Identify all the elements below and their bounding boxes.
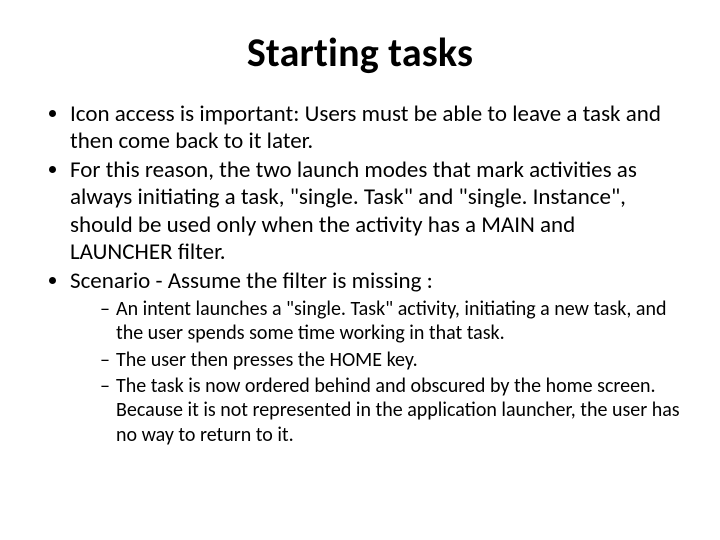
bullet-item: Scenario - Assume the filter is missing … [70, 268, 680, 447]
sub-bullet-list: An intent launches a "single. Task" acti… [70, 297, 680, 447]
bullet-text: Scenario - Assume the filter is missing … [70, 267, 433, 295]
sub-bullet-item: The user then presses the HOME key. [100, 348, 680, 372]
bullet-item: Icon access is important: Users must be … [70, 101, 680, 155]
bullet-item: For this reason, the two launch modes th… [70, 157, 680, 266]
bullet-list: Icon access is important: Users must be … [40, 101, 680, 447]
sub-bullet-item: An intent launches a "single. Task" acti… [100, 297, 680, 346]
sub-bullet-item: The task is now ordered behind and obscu… [100, 374, 680, 447]
slide: Starting tasks Icon access is important:… [0, 0, 720, 540]
slide-title: Starting tasks [40, 28, 680, 77]
